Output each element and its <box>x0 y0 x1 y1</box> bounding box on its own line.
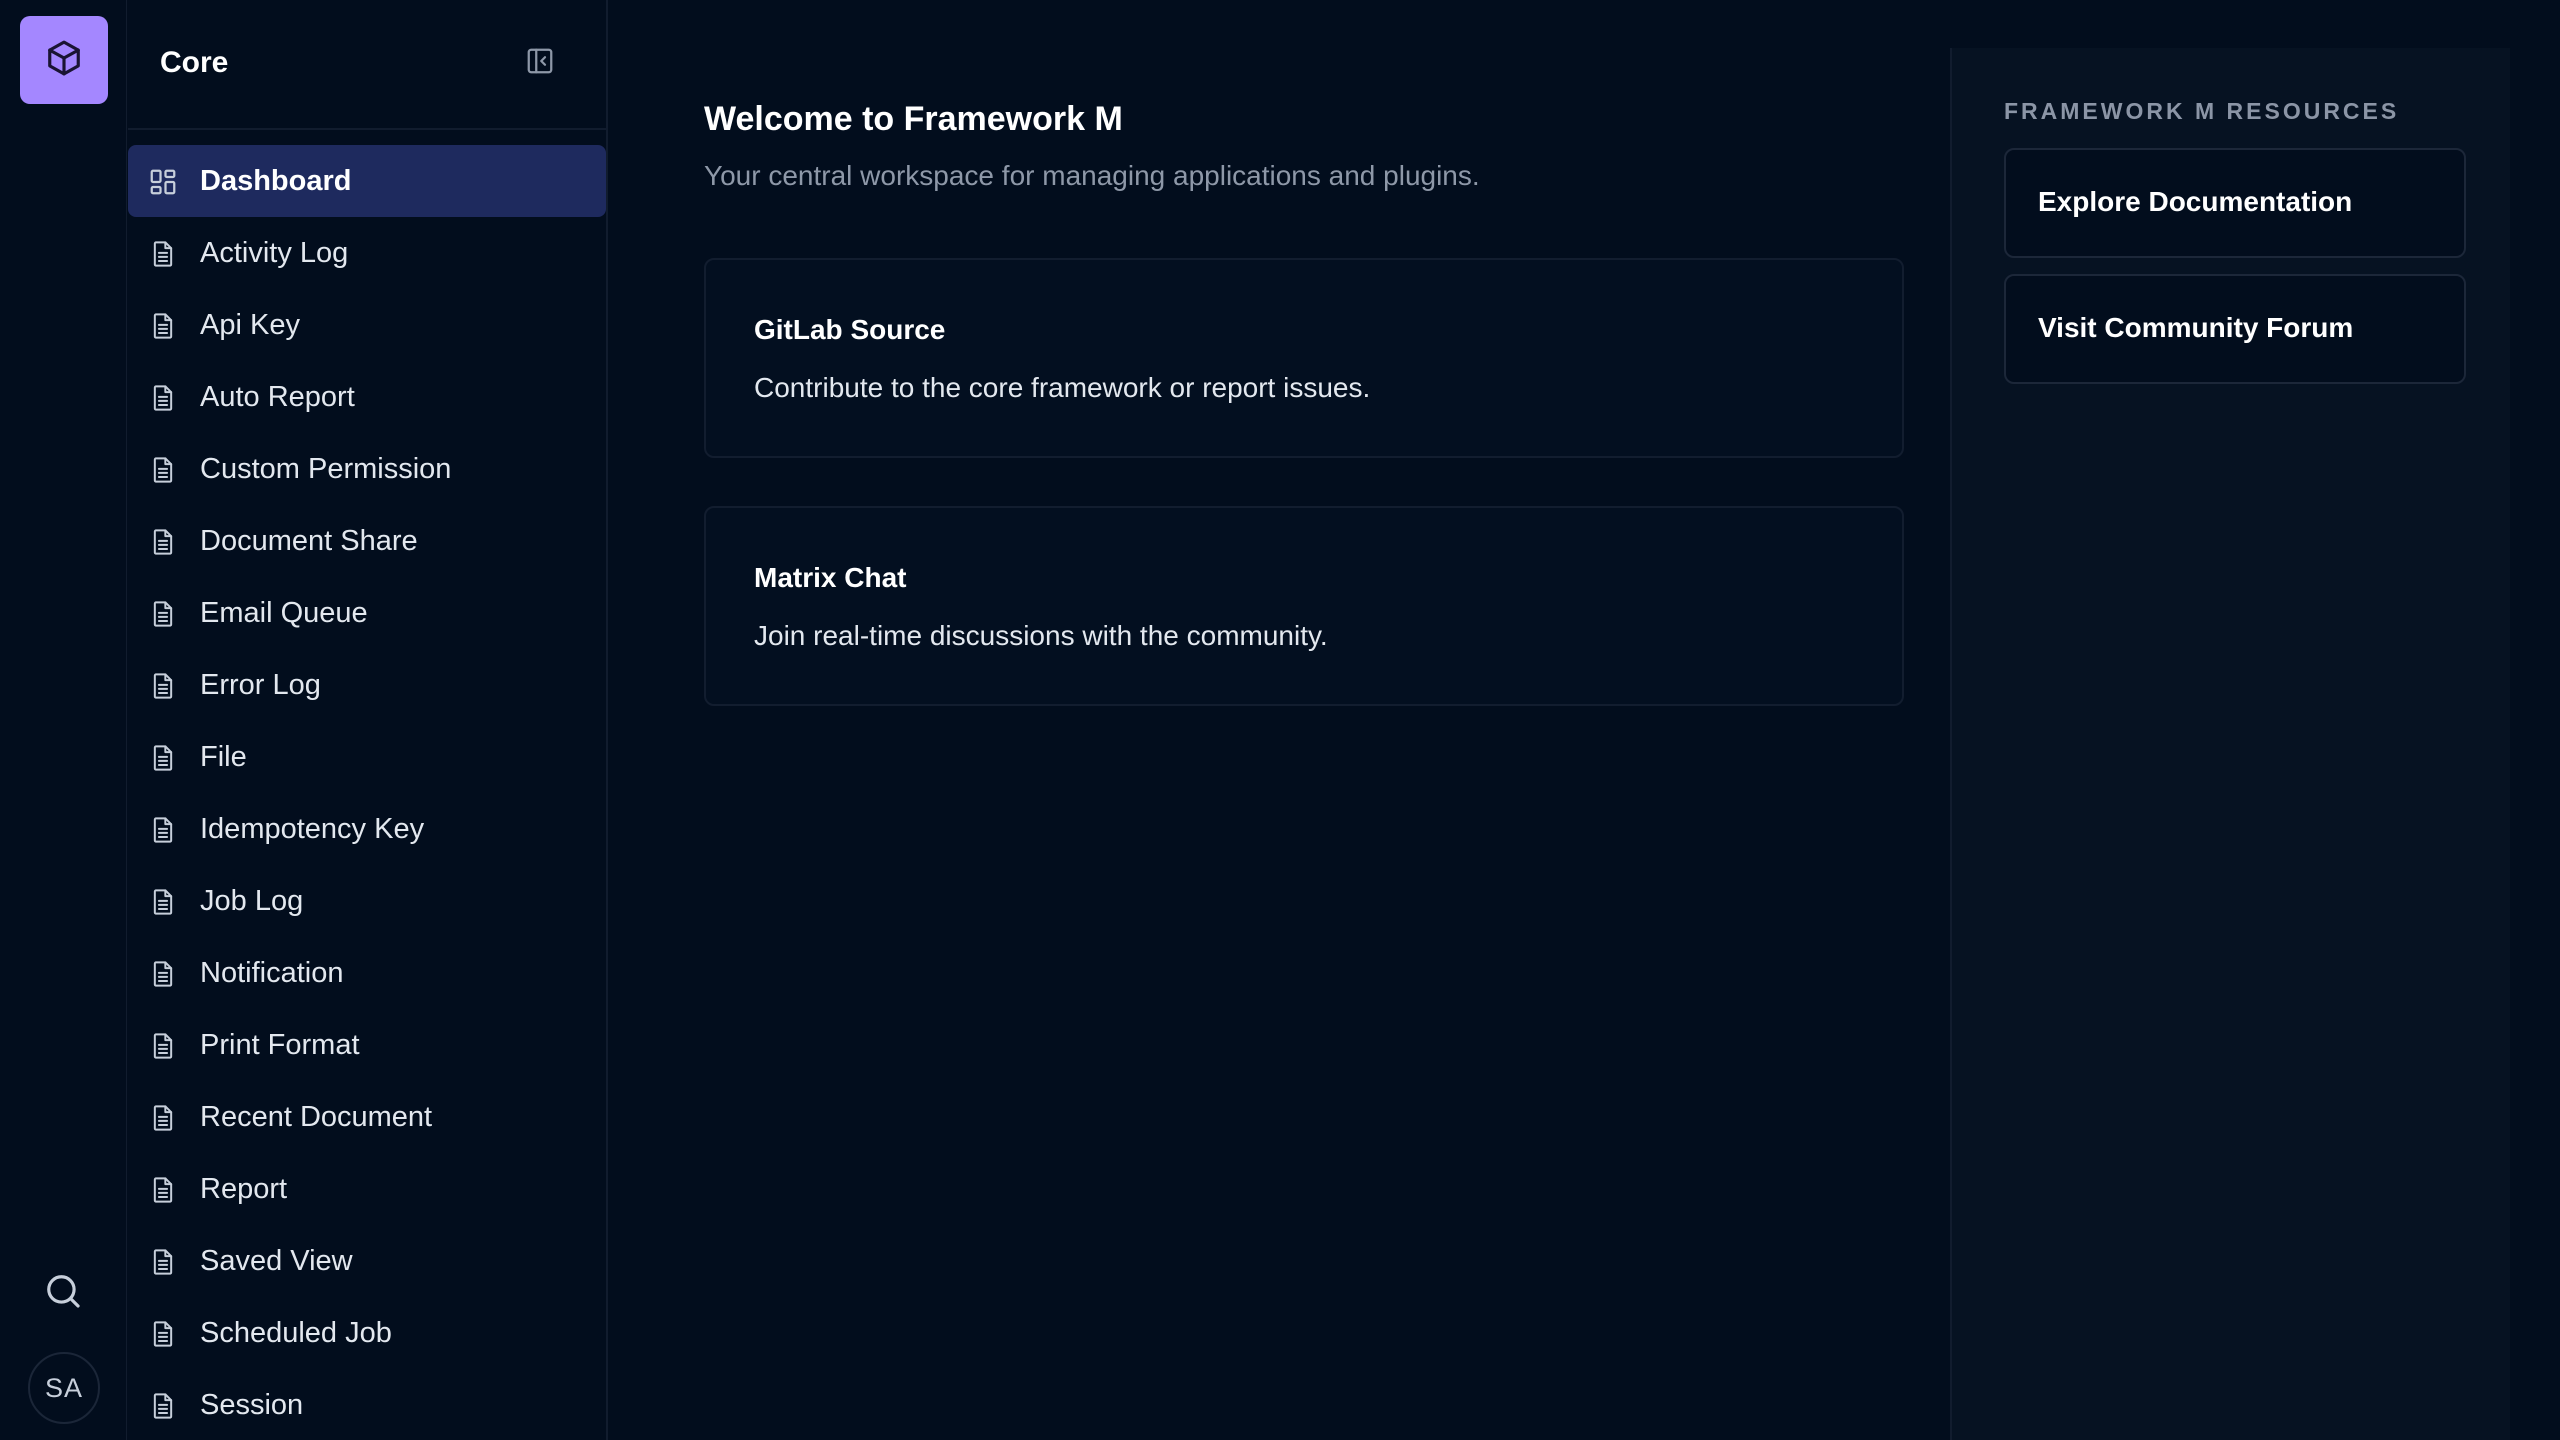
document-icon <box>148 1031 178 1061</box>
document-icon <box>148 455 178 485</box>
document-icon <box>148 1391 178 1421</box>
sidebar-item-label: Idempotency Key <box>200 812 425 845</box>
document-icon <box>148 1319 178 1349</box>
sidebar-item-report[interactable]: Report <box>128 1153 606 1225</box>
sidebar-item-label: Dashboard <box>200 164 352 197</box>
sidebar-item-scheduled-job[interactable]: Scheduled Job <box>128 1297 606 1369</box>
page-subtitle: Your central workspace for managing appl… <box>704 160 1480 191</box>
sidebar-item-label: Session <box>200 1388 304 1421</box>
sidebar-item-label: Api Key <box>200 308 300 341</box>
sidebar-item-label: Activity Log <box>200 236 349 269</box>
sidebar-item-file[interactable]: File <box>128 721 606 793</box>
sidebar: Core Dashboard Activity Log Api Key Auto Re… <box>128 0 608 1440</box>
sidebar-item-label: Scheduled Job <box>200 1316 392 1349</box>
document-icon <box>148 671 178 701</box>
search-icon <box>44 1272 82 1315</box>
document-icon <box>148 1175 178 1205</box>
document-icon <box>148 311 178 341</box>
app-window: SA Core Dashboard Activity Log Api Key Auto… <box>0 0 2560 1440</box>
sidebar-item-email-queue[interactable]: Email Queue <box>128 577 606 649</box>
sidebar-item-recent-document[interactable]: Recent Document <box>128 1081 606 1153</box>
sidebar-title: Core <box>160 46 229 79</box>
sidebar-item-label: Auto Report <box>200 380 355 413</box>
sidebar-item-job-log[interactable]: Job Log <box>128 865 606 937</box>
sidebar-item-api-key[interactable]: Api Key <box>128 289 606 361</box>
sidebar-item-label: Custom Permission <box>200 452 452 485</box>
sidebar-item-label: Notification <box>200 956 344 989</box>
icon-rail: SA <box>0 0 127 1440</box>
card-title: GitLab Source <box>754 314 946 345</box>
card-description: Join real-time discussions with the comm… <box>754 620 1328 651</box>
resources-heading: FRAMEWORK M RESOURCES <box>2004 98 2400 124</box>
sidebar-item-label: Print Format <box>200 1028 360 1061</box>
sidebar-item-print-format[interactable]: Print Format <box>128 1009 606 1081</box>
sidebar-item-custom-permission[interactable]: Custom Permission <box>128 433 606 505</box>
card-gitlab-source[interactable]: GitLab Source Contribute to the core fra… <box>704 258 1904 458</box>
document-icon <box>148 1247 178 1277</box>
sidebar-item-saved-view[interactable]: Saved View <box>128 1225 606 1297</box>
card-matrix-chat[interactable]: Matrix Chat Join real-time discussions w… <box>704 506 1904 706</box>
document-icon <box>148 815 178 845</box>
sidebar-item-label: Error Log <box>200 668 321 701</box>
link-label: Explore Documentation <box>2038 186 2353 217</box>
document-icon <box>148 887 178 917</box>
sidebar-item-session[interactable]: Session <box>128 1369 606 1440</box>
sidebar-item-label: File <box>200 740 247 773</box>
document-icon <box>148 743 178 773</box>
sidebar-item-document-share[interactable]: Document Share <box>128 505 606 577</box>
app-logo-button[interactable] <box>20 16 108 104</box>
document-icon <box>148 1103 178 1133</box>
visit-community-forum-link[interactable]: Visit Community Forum <box>2004 274 2466 384</box>
page-title: Welcome to Framework M <box>704 100 1123 138</box>
sidebar-item-activity-log[interactable]: Activity Log <box>128 217 606 289</box>
document-icon <box>148 383 178 413</box>
sidebar-item-notification[interactable]: Notification <box>128 937 606 1009</box>
card-description: Contribute to the core framework or repo… <box>754 372 1371 403</box>
sidebar-collapse-icon <box>525 46 555 81</box>
sidebar-nav: Dashboard Activity Log Api Key Auto Report C… <box>128 145 606 1440</box>
dashboard-icon <box>148 167 178 197</box>
main-content: Welcome to Framework M Your central work… <box>610 0 1950 1440</box>
sidebar-item-error-log[interactable]: Error Log <box>128 649 606 721</box>
sidebar-item-label: Email Queue <box>200 596 368 629</box>
sidebar-item-label: Recent Document <box>200 1100 433 1133</box>
search-button[interactable] <box>38 1272 88 1314</box>
document-icon <box>148 239 178 269</box>
sidebar-item-label: Report <box>200 1172 288 1205</box>
sidebar-item-label: Job Log <box>200 884 304 917</box>
explore-documentation-link[interactable]: Explore Documentation <box>2004 148 2466 258</box>
sidebar-item-label: Saved View <box>200 1244 353 1277</box>
user-avatar[interactable]: SA <box>28 1352 100 1424</box>
sidebar-item-dashboard[interactable]: Dashboard <box>128 145 606 217</box>
sidebar-item-label: Document Share <box>200 524 418 557</box>
resources-panel: FRAMEWORK M RESOURCES Explore Documentat… <box>1950 48 2510 1440</box>
sidebar-header: Core <box>128 0 606 130</box>
card-title: Matrix Chat <box>754 562 907 593</box>
document-icon <box>148 599 178 629</box>
cube-icon <box>45 39 83 82</box>
document-icon <box>148 527 178 557</box>
sidebar-collapse-button[interactable] <box>524 47 556 79</box>
sidebar-item-auto-report[interactable]: Auto Report <box>128 361 606 433</box>
document-icon <box>148 959 178 989</box>
link-label: Visit Community Forum <box>2038 312 2354 343</box>
sidebar-item-idempotency-key[interactable]: Idempotency Key <box>128 793 606 865</box>
